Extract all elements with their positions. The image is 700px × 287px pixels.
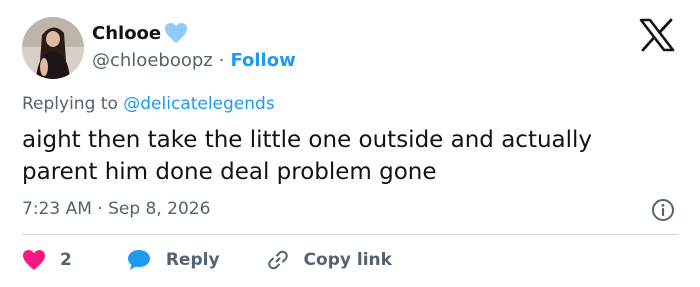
avatar[interactable] xyxy=(22,17,84,79)
tweet-card: Chlooe @chloeboopz · Follow Replying to … xyxy=(0,0,700,287)
reply-label: Reply xyxy=(165,250,220,270)
like-count: 2 xyxy=(60,250,72,270)
replying-to-mention[interactable]: @delicatelegends xyxy=(123,94,274,114)
replying-to-line: Replying to @delicatelegends xyxy=(22,94,275,114)
light-blue-heart-icon xyxy=(164,22,188,44)
reply-button[interactable]: Reply xyxy=(112,248,220,272)
name-row: Chlooe xyxy=(92,20,296,46)
follow-button[interactable]: Follow xyxy=(230,50,295,71)
x-logo-icon[interactable] xyxy=(637,18,677,52)
avatar-image xyxy=(22,17,84,79)
copy-link-label: Copy link xyxy=(303,250,392,270)
tweet-text: aight then take the little one outside a… xyxy=(22,127,593,185)
author-block: Chlooe @chloeboopz · Follow xyxy=(92,20,296,72)
copy-link-button[interactable]: Copy link xyxy=(252,248,392,272)
handle-row: @chloeboopz · Follow xyxy=(92,50,296,71)
link-icon xyxy=(266,248,290,272)
divider xyxy=(22,234,678,235)
info-icon[interactable] xyxy=(651,198,675,222)
handle[interactable]: @chloeboopz xyxy=(92,50,213,71)
tweet-timestamp[interactable]: 7:23 AM · Sep 8, 2026 xyxy=(22,199,210,219)
display-name[interactable]: Chlooe xyxy=(92,23,161,44)
heart-icon xyxy=(22,249,46,271)
action-bar: 2 Reply Copy link xyxy=(22,246,392,274)
like-button[interactable]: 2 xyxy=(22,249,72,271)
speech-bubble-icon xyxy=(126,248,152,272)
separator-dot: · xyxy=(218,50,225,71)
replying-to-label: Replying to xyxy=(22,94,118,114)
